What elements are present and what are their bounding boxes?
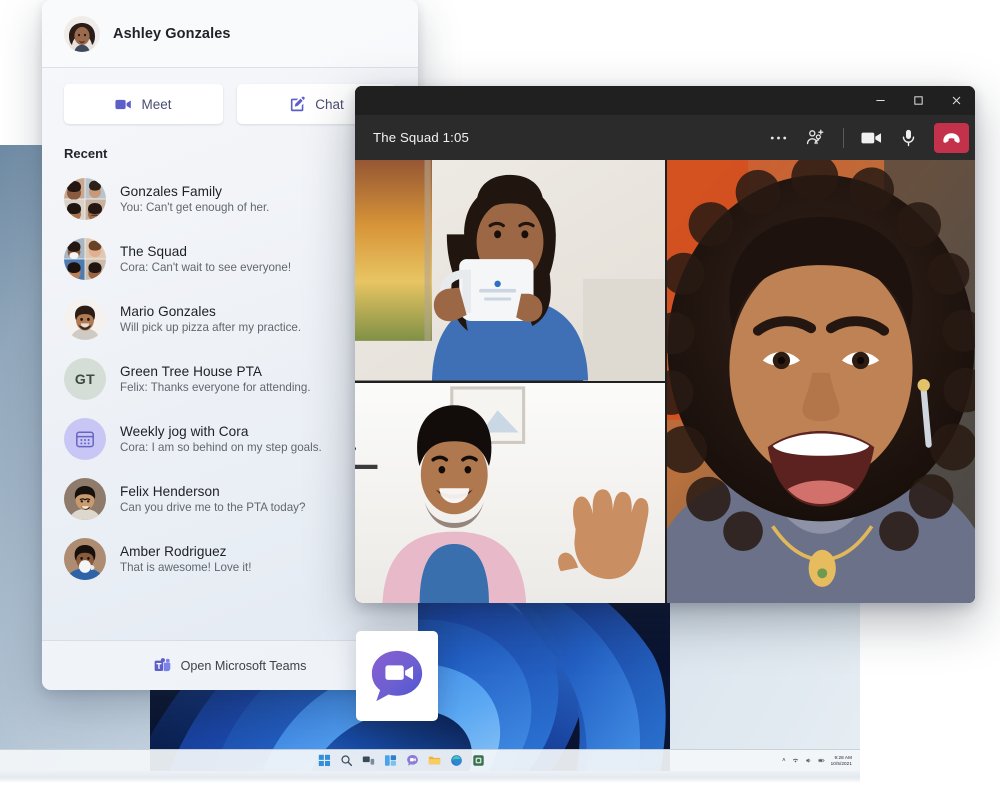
hangup-icon <box>943 132 960 143</box>
close-button[interactable] <box>937 86 975 115</box>
flyout-user-name: Ashley Gonzales <box>113 25 231 42</box>
widgets-icon[interactable] <box>384 754 397 767</box>
chat-preview: Will pick up pizza after my practice. <box>120 321 302 334</box>
chat-title: Amber Rodriguez <box>120 544 227 559</box>
teams-chat-flyout-icon-tile[interactable] <box>356 631 438 721</box>
clock-date: 10/5/2021 <box>830 760 852 766</box>
participant-video-grid <box>355 160 975 603</box>
person-photo-avatar <box>64 478 106 520</box>
person-photo-avatar <box>64 538 106 580</box>
list-item-text: Mario Gonzales Will pick up pizza after … <box>120 304 301 334</box>
microphone-icon <box>902 129 915 146</box>
video-call-window: The Squad 1:05 <box>355 86 975 603</box>
toggle-camera-button[interactable] <box>855 122 888 153</box>
list-item-text: Green Tree House PTA Felix: Thanks every… <box>120 364 311 394</box>
avatar <box>64 478 106 520</box>
teams-chat-icon[interactable] <box>406 754 419 767</box>
group-photo-avatar <box>64 178 106 220</box>
speaker-icon[interactable] <box>805 757 812 764</box>
windows-logo-icon[interactable] <box>318 754 331 767</box>
flyout-header: Ashley Gonzales <box>42 0 418 68</box>
chat-title: Gonzales Family <box>120 184 222 199</box>
screenshot-canvas: ˄ 9:28 AM 10/5/2021 Ashley Gonzales Meet… <box>0 0 1000 806</box>
chat-title: Felix Henderson <box>120 484 220 499</box>
compose-chat-icon <box>291 96 305 111</box>
open-teams-label: Open Microsoft Teams <box>180 658 307 673</box>
participant-tile[interactable] <box>355 160 665 381</box>
windows-taskbar[interactable]: ˄ 9:28 AM 10/5/2021 <box>0 749 860 771</box>
clock-time: 9:28 AM <box>834 754 852 760</box>
list-item-text: Weekly jog with Cora Cora: I am so behin… <box>120 424 322 454</box>
search-icon[interactable] <box>340 754 353 767</box>
participant-tile[interactable] <box>355 382 665 603</box>
ellipsis-icon <box>770 136 787 139</box>
more-options-button[interactable] <box>762 122 795 153</box>
person-photo-avatar <box>64 298 106 340</box>
avatar <box>64 15 100 52</box>
battery-icon[interactable] <box>818 757 825 764</box>
avatar <box>64 538 106 580</box>
avatar <box>64 178 106 220</box>
microsoft-teams-logo <box>154 657 170 671</box>
chat-title: Green Tree House PTA <box>120 364 263 379</box>
avatar <box>64 298 106 340</box>
meet-button[interactable]: Meet <box>64 84 223 124</box>
call-title: The Squad 1:05 <box>373 130 469 145</box>
task-view-icon[interactable] <box>362 754 375 767</box>
tray-chevron-icon[interactable]: ˄ <box>782 758 786 764</box>
video-camera-icon <box>115 99 132 109</box>
teams-chat-bubble-icon <box>371 650 423 702</box>
chat-preview: Cora: I am so behind on my step goals. <box>120 441 322 454</box>
avatar <box>64 238 106 280</box>
edge-icon[interactable] <box>450 754 463 767</box>
participant-video-woman-mug <box>355 160 665 381</box>
taskbar-icon-group <box>318 754 485 767</box>
minimize-icon <box>875 99 885 102</box>
chat-button-label: Chat <box>315 96 344 112</box>
list-item-text: Amber Rodriguez That is awesome! Love it… <box>120 544 251 574</box>
participant-tile[interactable] <box>667 160 975 603</box>
wifi-icon[interactable] <box>792 757 799 764</box>
chat-preview: You: Can't get enough of her. <box>120 201 270 214</box>
camera-icon <box>861 132 882 143</box>
window-titlebar <box>355 86 975 115</box>
add-people-button[interactable] <box>799 122 832 153</box>
hang-up-button[interactable] <box>934 122 969 153</box>
minimize-button[interactable] <box>861 86 899 115</box>
monitor-base <box>0 771 860 783</box>
close-icon <box>952 96 960 105</box>
avatar-calendar <box>64 418 106 460</box>
list-item-text: Gonzales Family You: Can't get enough of… <box>120 184 269 214</box>
toolbar-divider <box>843 127 844 148</box>
avatar-initials-text: GT <box>74 371 96 387</box>
folder-icon[interactable] <box>428 754 441 767</box>
chat-title: Mario Gonzales <box>120 304 216 319</box>
list-item-text: Felix Henderson Can you drive me to the … <box>120 484 305 514</box>
chat-title: Weekly jog with Cora <box>120 424 249 439</box>
group-photo-avatar <box>64 238 106 280</box>
chat-preview: Can you drive me to the PTA today? <box>120 501 306 514</box>
user-avatar-ashley <box>64 15 100 52</box>
list-item-text: The Squad Cora: Can't wait to see everyo… <box>120 244 291 274</box>
meet-button-label: Meet <box>141 96 172 112</box>
participant-video-woman-laughing <box>667 160 975 603</box>
chat-preview: Cora: Can't wait to see everyone! <box>120 261 292 274</box>
calendar-icon <box>76 431 94 448</box>
add-people-icon <box>806 129 824 145</box>
taskbar-clock[interactable]: 9:28 AM 10/5/2021 <box>831 755 852 766</box>
maximize-icon <box>913 96 923 105</box>
chat-preview: That is awesome! Love it! <box>120 561 252 574</box>
video-grid-left-column <box>355 160 665 603</box>
store-icon[interactable] <box>472 754 485 767</box>
avatar-initials: GT <box>64 358 106 400</box>
chat-preview: Felix: Thanks everyone for attending. <box>120 381 311 394</box>
toggle-mic-button[interactable] <box>892 122 925 153</box>
participant-video-man-waving <box>355 382 665 603</box>
maximize-button[interactable] <box>899 86 937 115</box>
chat-title: The Squad <box>120 244 187 259</box>
call-controls <box>762 122 969 153</box>
call-toolbar: The Squad 1:05 <box>355 115 975 160</box>
taskbar-system-tray[interactable]: ˄ 9:28 AM 10/5/2021 <box>782 755 852 766</box>
